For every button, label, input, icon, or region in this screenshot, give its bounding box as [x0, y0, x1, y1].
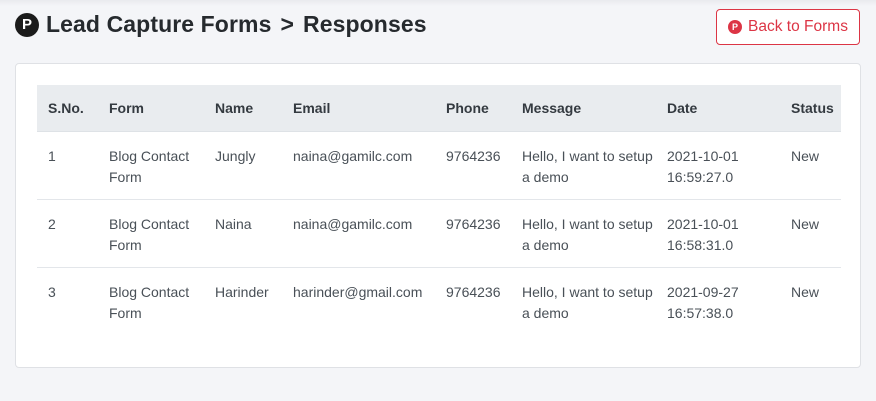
cell-sno: 2: [37, 199, 98, 268]
cell-status: New: [780, 199, 841, 268]
page-title: Lead Capture Forms > Responses: [46, 11, 427, 38]
table-row[interactable]: 3 Blog Contact Form Harinder harinder@gm…: [37, 267, 841, 335]
back-to-forms-label: Back to Forms: [748, 18, 848, 35]
back-to-forms-button[interactable]: P Back to Forms: [716, 9, 860, 45]
cell-status: New: [780, 131, 841, 200]
cell-name: Jungly: [204, 131, 282, 200]
responses-table: S.No. Form Name Email Phone Message Date…: [37, 85, 841, 335]
column-header-status[interactable]: Status: [780, 85, 841, 132]
cell-email: naina@gamilc.com: [282, 131, 435, 200]
column-header-form[interactable]: Form: [98, 85, 204, 132]
cell-message: Hello, I want to setup a demo: [511, 199, 656, 268]
cell-form: Blog Contact Form: [109, 283, 190, 321]
table-header-row: S.No. Form Name Email Phone Message Date…: [37, 85, 841, 132]
page-header: P Lead Capture Forms > Responses: [15, 11, 427, 38]
column-header-sno[interactable]: S.No.: [37, 85, 98, 132]
title-subsection: Responses: [303, 11, 427, 37]
brand-logo-icon: P: [728, 20, 743, 34]
column-header-message[interactable]: Message: [511, 85, 656, 132]
column-header-name[interactable]: Name: [204, 85, 282, 132]
title-separator: >: [280, 11, 295, 37]
cell-date: 2021-10-01 16:58:31.0: [656, 199, 780, 268]
cell-phone: 9764236: [435, 199, 511, 268]
cell-form: Blog Contact Form: [98, 131, 204, 200]
cell-name: Naina: [204, 199, 282, 268]
table-row[interactable]: 1 Blog Contact Form Jungly naina@gamilc.…: [37, 131, 841, 200]
column-header-date[interactable]: Date: [656, 85, 780, 132]
cell-name: Harinder: [215, 283, 269, 300]
column-header-email[interactable]: Email: [282, 85, 435, 132]
responses-card: S.No. Form Name Email Phone Message Date…: [15, 63, 861, 368]
cell-email: harinder@gmail.com: [293, 283, 423, 300]
top-shadow: [0, 0, 876, 6]
title-section: Lead Capture Forms: [46, 11, 272, 37]
cell-date: 2021-09-27 16:57:38.0: [667, 283, 739, 321]
cell-form: Blog Contact Form: [98, 199, 204, 268]
cell-message: Hello, I want to setup a demo: [511, 131, 656, 200]
cell-phone: 9764236: [435, 131, 511, 200]
brand-logo-icon: P: [15, 12, 39, 37]
column-header-phone[interactable]: Phone: [435, 85, 511, 132]
cell-email: naina@gamilc.com: [282, 199, 435, 268]
cell-phone: 9764236: [446, 283, 501, 300]
cell-message: Hello, I want to setup a demo: [522, 283, 653, 321]
cell-sno: 1: [37, 131, 98, 200]
cell-status: New: [791, 283, 820, 300]
table-row[interactable]: 2 Blog Contact Form Naina naina@gamilc.c…: [37, 199, 841, 268]
cell-date: 2021-10-01 16:59:27.0: [656, 131, 780, 200]
cell-sno: 3: [48, 283, 56, 300]
